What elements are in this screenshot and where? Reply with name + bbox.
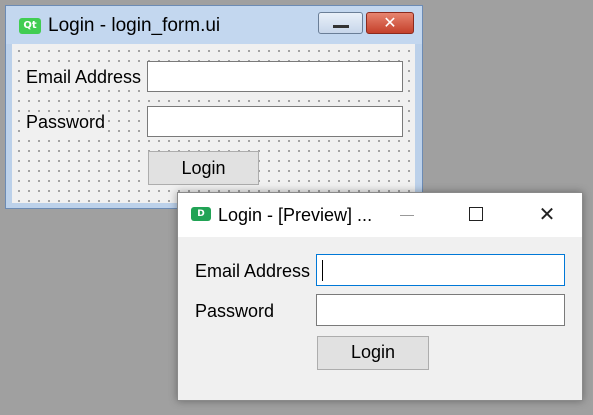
designer-close-button[interactable]: ✕ — [366, 12, 414, 34]
preview-window: D Login - [Preview] ... ✕ Email Address … — [177, 192, 583, 401]
preview-close-button[interactable]: ✕ — [532, 201, 562, 229]
designer-login-button[interactable]: Login — [148, 151, 259, 185]
preview-window-title: Login - [Preview] ... — [218, 205, 373, 225]
qt-logo-icon: Qt — [19, 18, 41, 34]
close-icon: ✕ — [383, 13, 397, 32]
preview-minimize-button[interactable] — [392, 201, 422, 229]
designer-password-label[interactable]: Password — [26, 112, 108, 133]
designer-minimize-button[interactable] — [318, 12, 363, 34]
designer-email-field[interactable] — [147, 61, 403, 92]
preview-password-field[interactable] — [316, 294, 565, 326]
preview-maximize-button[interactable] — [462, 201, 492, 229]
preview-titlebar[interactable]: D Login - [Preview] ... ✕ — [178, 193, 582, 237]
preview-email-label: Email Address — [195, 261, 311, 281]
designer-form-canvas[interactable]: Email Address Password Login — [12, 44, 415, 203]
designer-email-label[interactable]: Email Address — [26, 67, 144, 88]
preview-password-label: Password — [195, 301, 275, 321]
designer-window-title: Login - login_form.ui — [48, 15, 221, 36]
preview-login-button[interactable]: Login — [317, 336, 429, 370]
maximize-icon — [469, 207, 483, 221]
designer-password-field[interactable] — [147, 106, 403, 137]
minimize-icon — [333, 25, 349, 28]
designer-window: Qt Login - login_form.ui ✕ Email Address… — [5, 5, 423, 209]
designer-titlebar[interactable]: Qt Login - login_form.ui ✕ — [6, 6, 422, 44]
preview-email-field[interactable] — [316, 254, 565, 286]
designer-app-icon: D — [191, 207, 211, 221]
minimize-icon — [400, 215, 414, 216]
text-caret — [322, 260, 323, 281]
close-icon: ✕ — [538, 202, 556, 226]
